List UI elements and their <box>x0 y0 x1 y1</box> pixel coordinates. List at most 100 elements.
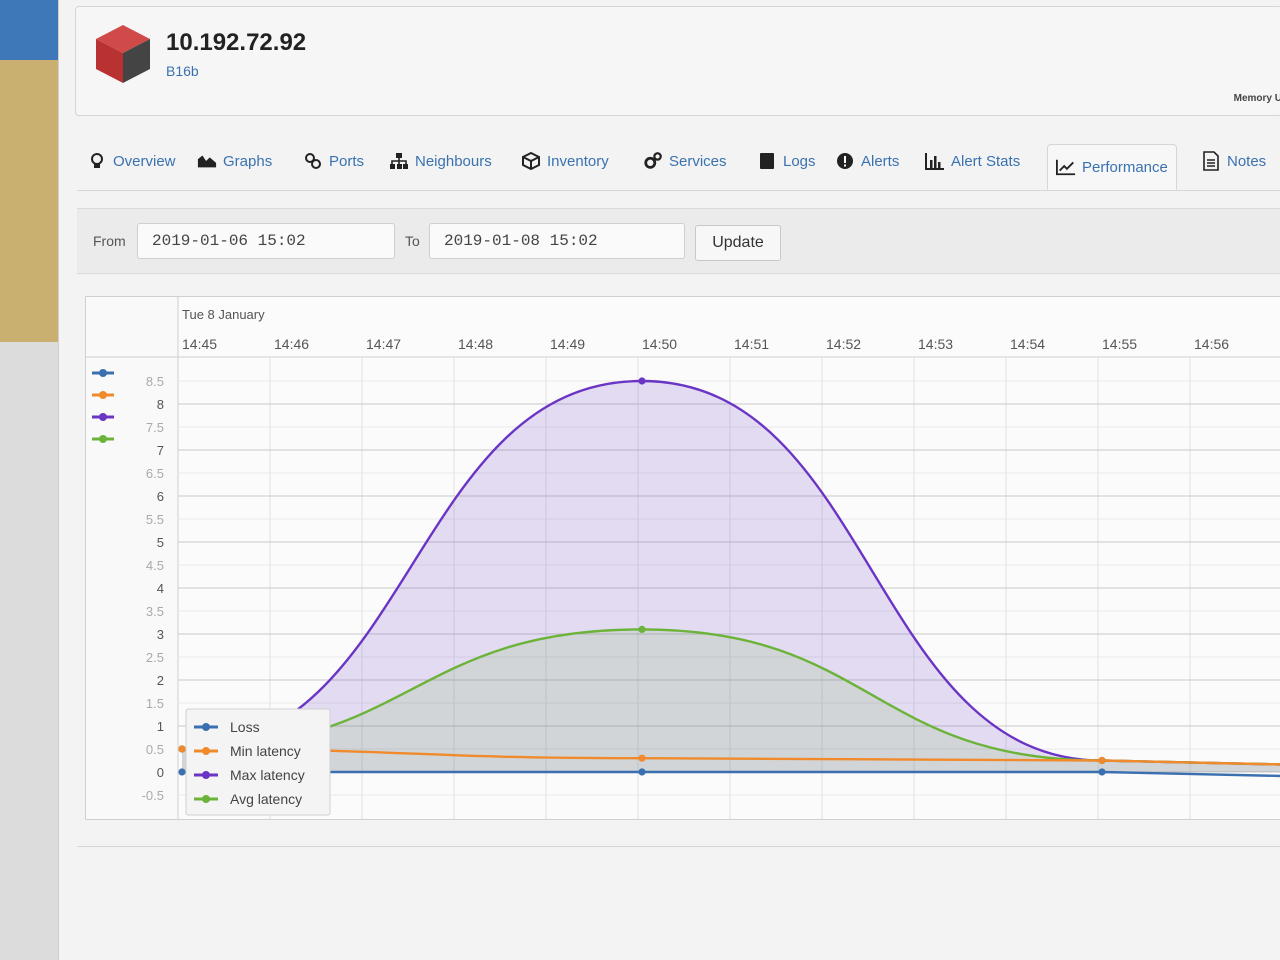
background-window-edge <box>0 60 58 342</box>
x-tick-label: 14:48 <box>458 336 493 352</box>
tab-label: Alert Stats <box>951 152 1021 170</box>
y-tick-label: 3.5 <box>146 604 164 619</box>
to-label: To <box>405 233 420 249</box>
x-tick-label: 14:45 <box>182 336 217 352</box>
tab-graphs[interactable]: Graphs <box>197 146 272 176</box>
tab-label: Graphs <box>223 152 273 170</box>
y-tick-label: 2.5 <box>146 650 164 665</box>
legend-marker <box>202 771 210 779</box>
tab-label: Alerts <box>861 152 900 170</box>
y-tick-label: 3 <box>157 627 164 642</box>
data-point[interactable] <box>638 754 646 762</box>
legend-marker <box>99 435 107 443</box>
device-header: 10.192.72.92 B16b Memory U <box>75 6 1280 116</box>
tab-logs[interactable]: Logs <box>757 146 816 176</box>
legend-label[interactable]: Avg latency <box>230 791 302 807</box>
device-subtitle[interactable]: B16b <box>166 63 199 79</box>
tab-performance[interactable]: Performance <box>1047 144 1177 190</box>
area-chart-icon <box>197 151 217 171</box>
y-tick-label: 5 <box>157 535 164 550</box>
line-chart-icon <box>1056 157 1076 177</box>
tab-label: Neighbours <box>415 152 492 170</box>
chart-date-label: Tue 8 January <box>182 307 265 322</box>
exclamation-circle-icon <box>835 151 855 171</box>
tab-neighbours[interactable]: Neighbours <box>389 146 492 176</box>
data-point[interactable] <box>638 377 646 385</box>
y-tick-label: 8.5 <box>146 374 164 389</box>
legend-marker <box>202 747 210 755</box>
legend-label[interactable]: Max latency <box>230 767 305 783</box>
chart-svg: Tue 8 January 14:45 14:46 14:47 14:48 14:49 1… <box>86 297 1280 819</box>
tab-alerts[interactable]: Alerts <box>835 146 899 176</box>
chart-legend: Loss Min latency Max latency Avg latency <box>185 708 331 816</box>
y-tick-label: 6 <box>157 489 164 504</box>
y-tick-label: 1.5 <box>146 696 164 711</box>
legend-marker <box>99 369 107 377</box>
device-tabs: Overview Graphs Ports Neighbours Invento… <box>77 134 1280 191</box>
tab-label: Overview <box>113 152 176 170</box>
page: 10.192.72.92 B16b Memory U Overview Grap… <box>58 0 1280 960</box>
book-icon <box>757 151 777 171</box>
y-tick-label: 2 <box>157 673 164 688</box>
tab-label: Inventory <box>547 152 609 170</box>
tab-label: Ports <box>329 152 365 170</box>
device-title[interactable]: 10.192.72.92 <box>166 29 306 57</box>
x-tick-label: 14:47 <box>366 336 401 352</box>
legend-marker <box>202 723 210 731</box>
y-tick-label: -0.5 <box>142 788 164 803</box>
background-window-edge <box>0 0 58 60</box>
tab-label: Performance <box>1082 158 1168 176</box>
y-tick-label: 0.5 <box>146 742 164 757</box>
y-tick-label: 1 <box>157 719 164 734</box>
side-legend <box>92 369 114 443</box>
legend-marker <box>99 413 107 421</box>
data-point[interactable] <box>638 625 646 633</box>
bar-chart-icon <box>925 151 945 171</box>
y-tick-label: 6.5 <box>146 466 164 481</box>
x-tick-label: 14:56 <box>1194 336 1229 352</box>
tab-notes[interactable]: Notes <box>1201 146 1266 176</box>
x-tick-label: 14:54 <box>1010 336 1045 352</box>
cube-icon <box>521 151 541 171</box>
x-tick-label: 14:50 <box>642 336 677 352</box>
data-point[interactable] <box>178 745 186 753</box>
data-point[interactable] <box>178 768 186 776</box>
performance-chart: Tue 8 January 14:45 14:46 14:47 14:48 14:49 1… <box>85 296 1280 820</box>
x-tick-label: 14:52 <box>826 336 861 352</box>
background-window-edge <box>0 342 62 960</box>
tab-ports[interactable]: Ports <box>303 146 364 176</box>
tab-inventory[interactable]: Inventory <box>521 146 609 176</box>
x-tick-label: 14:49 <box>550 336 585 352</box>
from-date-input[interactable]: 2019-01-06 15:02 <box>137 223 395 259</box>
legend-label[interactable]: Min latency <box>230 743 301 759</box>
y-tick-label: 7 <box>157 443 164 458</box>
to-date-input[interactable]: 2019-01-08 15:02 <box>429 223 685 259</box>
data-point[interactable] <box>638 768 646 776</box>
x-tick-label: 14:55 <box>1102 336 1137 352</box>
y-tick-label: 5.5 <box>146 512 164 527</box>
data-point[interactable] <box>1098 756 1106 765</box>
y-tick-label: 7.5 <box>146 420 164 435</box>
cogs-icon <box>643 151 663 171</box>
lightbulb-icon <box>87 151 107 171</box>
y-tick-label: 0 <box>157 765 164 780</box>
y-tick-label: 4 <box>157 581 164 596</box>
file-text-icon <box>1201 151 1221 171</box>
legend-label[interactable]: Loss <box>230 719 260 735</box>
legend-marker <box>202 795 210 803</box>
tab-label: Services <box>669 152 727 170</box>
tab-alert-stats[interactable]: Alert Stats <box>925 146 1020 176</box>
x-tick-label: 14:53 <box>918 336 953 352</box>
sitemap-icon <box>389 151 409 171</box>
y-tick-label: 4.5 <box>146 558 164 573</box>
divider <box>77 846 1280 847</box>
y-tick-label: 8 <box>157 397 164 412</box>
tab-services[interactable]: Services <box>643 146 727 176</box>
update-button[interactable]: Update <box>695 225 781 261</box>
tab-label: Notes <box>1227 152 1267 170</box>
data-point[interactable] <box>1098 768 1106 776</box>
tab-overview[interactable]: Overview <box>87 146 176 176</box>
date-range-form: From 2019-01-06 15:02 To 2019-01-08 15:0… <box>77 208 1280 274</box>
x-tick-label: 14:46 <box>274 336 309 352</box>
legend-marker <box>99 391 107 399</box>
